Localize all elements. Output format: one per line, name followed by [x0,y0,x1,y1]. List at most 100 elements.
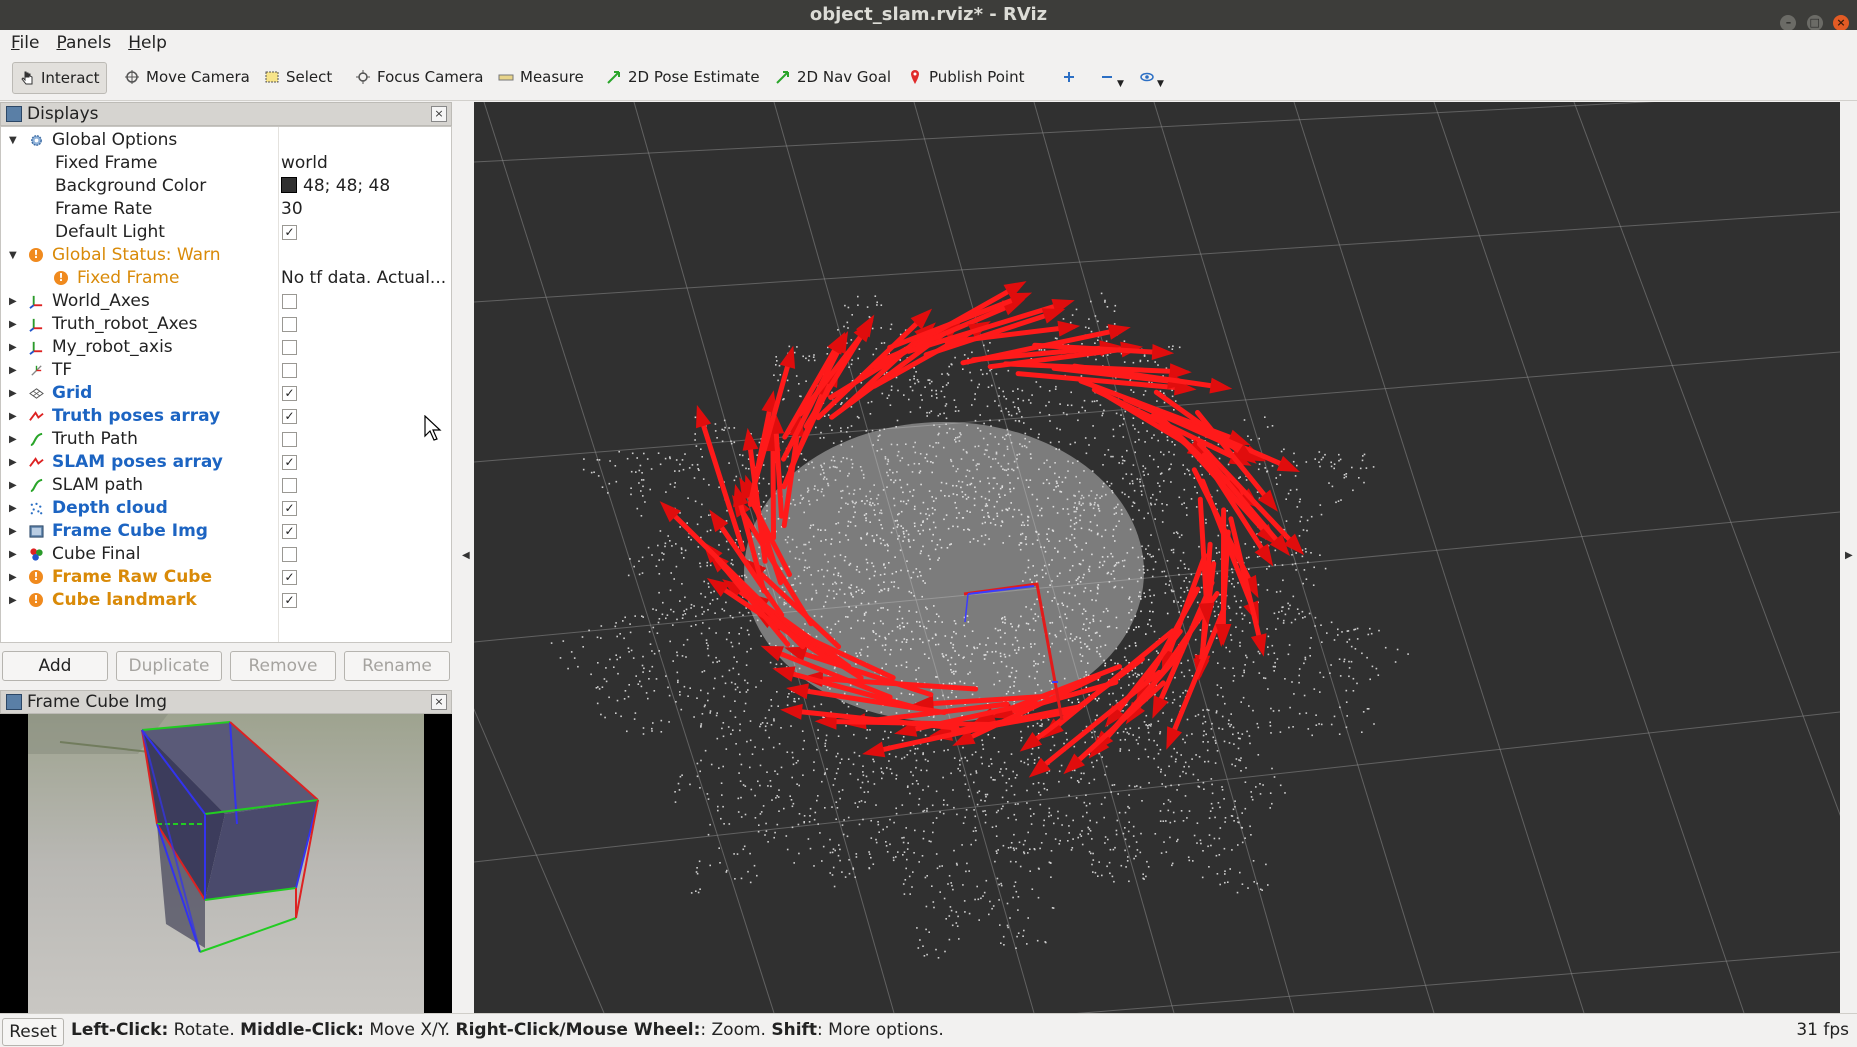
cloud-point [844,305,846,307]
truth-poses-array-checkbox[interactable]: ✓ [282,409,297,424]
tree-row-status-fixed-frame[interactable]: ! Fixed Frame No tf data. Actual... [1,267,451,290]
cloud-point [1187,719,1189,721]
render-viewport[interactable] [474,102,1840,1013]
fixed-frame-value[interactable]: world [281,152,328,175]
cloud-point [668,721,670,723]
cloud-point [630,494,632,496]
cloud-point [867,306,869,308]
collapse-right-arrow-icon[interactable]: ▶ [1845,550,1853,561]
menu-file[interactable]: File [0,30,45,56]
remove-tool-button[interactable]: ▼ [1093,62,1130,92]
cloud-point [677,680,679,682]
focus-camera-tool-button[interactable]: Focus Camera [349,62,489,92]
cloud-point [1011,753,1013,755]
tree-row-my-robot-axis[interactable]: ▶ My_robot_axis [1,336,451,359]
interact-tool-button[interactable]: Interact [12,62,107,94]
menu-panels[interactable]: Panels [45,30,117,56]
tree-row-slam-poses-array[interactable]: ▶ SLAM poses array ✓ [1,451,451,474]
remove-display-button[interactable]: Remove [230,651,336,681]
tree-row-grid[interactable]: ▶ Grid ✓ [1,382,451,405]
cloud-point [831,392,833,394]
slam-path-checkbox[interactable] [282,478,297,493]
tree-row-truth-robot-axes[interactable]: ▶ Truth_robot_Axes [1,313,451,336]
expand-arrow-icon[interactable]: ▼ [9,129,17,152]
tree-row-tf[interactable]: ▶ TF [1,359,451,382]
tree-row-frame-raw-cube[interactable]: ▶ ! Frame Raw Cube ✓ [1,566,451,589]
expand-arrow-icon[interactable]: ▼ [9,244,17,267]
expand-arrow-icon[interactable]: ▶ [9,359,17,382]
expand-arrow-icon[interactable]: ▶ [9,290,17,313]
camera-image-view[interactable] [0,714,452,1013]
expand-arrow-icon[interactable]: ▶ [9,497,17,520]
add-display-button[interactable]: Add [2,651,108,681]
tree-row-global-options[interactable]: ▼ Global Options [1,129,451,152]
background-color-value[interactable]: 48; 48; 48 [281,175,390,198]
reset-view-button[interactable]: Reset [2,1018,64,1046]
expand-arrow-icon[interactable]: ▶ [9,474,17,497]
cloud-point [1153,459,1155,461]
grid-checkbox[interactable]: ✓ [282,386,297,401]
close-icon[interactable]: × [431,106,447,122]
expand-arrow-icon[interactable]: ▶ [9,543,17,566]
collapse-left-arrow-icon[interactable]: ◀ [462,550,470,561]
tree-row-cube-final[interactable]: ▶ Cube Final [1,543,451,566]
select-tool-button[interactable]: Select [258,62,338,92]
frame-rate-value[interactable]: 30 [281,198,303,221]
world-axes-checkbox[interactable] [282,294,297,309]
expand-arrow-icon[interactable]: ▶ [9,451,17,474]
frame-cube-img-checkbox[interactable]: ✓ [282,524,297,539]
expand-arrow-icon[interactable]: ▶ [9,566,17,589]
tree-row-slam-path[interactable]: ▶ SLAM path [1,474,451,497]
add-tool-button[interactable] [1055,62,1083,92]
tree-row-default-light[interactable]: Default Light ✓ [1,221,451,244]
tf-checkbox[interactable] [282,363,297,378]
menu-help[interactable]: Help [117,30,173,56]
expand-arrow-icon[interactable]: ▶ [9,336,17,359]
tree-row-background-color[interactable]: Background Color 48; 48; 48 [1,175,451,198]
frame-raw-cube-checkbox[interactable]: ✓ [282,570,297,585]
expand-arrow-icon[interactable]: ▶ [9,405,17,428]
tree-row-fixed-frame[interactable]: Fixed Frame world [1,152,451,175]
cloud-point [1305,657,1307,659]
close-icon[interactable]: × [1833,15,1849,31]
tree-row-cube-landmark[interactable]: ▶ ! Cube landmark ✓ [1,589,451,612]
expand-arrow-icon[interactable]: ▶ [9,520,17,543]
expand-arrow-icon[interactable]: ▶ [9,382,17,405]
nav-goal-tool-button[interactable]: 2D Nav Goal [769,62,897,92]
expand-arrow-icon[interactable]: ▶ [9,589,17,612]
tree-row-depth-cloud[interactable]: ▶ Depth cloud ✓ [1,497,451,520]
slam-poses-array-checkbox[interactable]: ✓ [282,455,297,470]
tree-row-truth-path[interactable]: ▶ Truth Path [1,428,451,451]
measure-tool-button[interactable]: Measure [492,62,590,92]
maximize-icon[interactable]: □ [1807,15,1823,31]
truth-path-checkbox[interactable] [282,432,297,447]
tree-row-frame-cube-img[interactable]: ▶ Frame Cube Img ✓ [1,520,451,543]
minimize-icon[interactable]: – [1780,15,1796,31]
publish-point-tool-button[interactable]: Publish Point [901,62,1030,92]
expand-arrow-icon[interactable]: ▶ [9,313,17,336]
depth-cloud-checkbox[interactable]: ✓ [282,501,297,516]
cloud-point [938,415,940,417]
duplicate-display-button[interactable]: Duplicate [116,651,222,681]
cloud-point [857,779,859,781]
default-light-checkbox[interactable]: ✓ [282,225,297,240]
cube-landmark-checkbox[interactable]: ✓ [282,593,297,608]
tree-row-world-axes[interactable]: ▶ World_Axes [1,290,451,313]
cloud-point [994,737,996,739]
my-robot-axis-checkbox[interactable] [282,340,297,355]
tree-row-global-status[interactable]: ▼ ! Global Status: Warn [1,244,451,267]
tree-row-frame-rate[interactable]: Frame Rate 30 [1,198,451,221]
truth-robot-axes-checkbox[interactable] [282,317,297,332]
cloud-point [1045,833,1047,835]
cloud-point [1122,710,1124,712]
move-camera-tool-button[interactable]: Move Camera [118,62,256,92]
pose-estimate-tool-button[interactable]: 2D Pose Estimate [600,62,766,92]
cube-final-checkbox[interactable] [282,547,297,562]
cloud-point [560,657,562,659]
cloud-point [1185,690,1187,692]
close-icon[interactable]: × [431,694,447,710]
tree-row-truth-poses-array[interactable]: ▶ Truth poses array ✓ [1,405,451,428]
expand-arrow-icon[interactable]: ▶ [9,428,17,451]
view-options-tool-button[interactable]: ▼ [1133,62,1170,92]
rename-display-button[interactable]: Rename [344,651,450,681]
